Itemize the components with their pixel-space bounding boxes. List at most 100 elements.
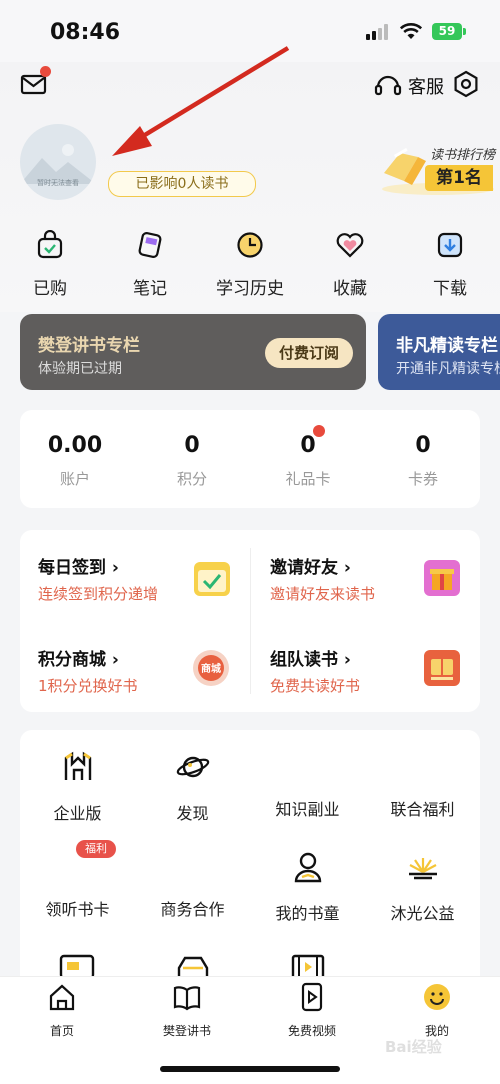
headset-icon[interactable] [373,71,403,99]
note-icon [138,232,162,258]
video-icon [301,982,323,1012]
banner-subtitle: 体验期已过期 [38,361,122,377]
stat-label: 礼品卡 [285,470,331,488]
stat-label: 积分 [176,470,207,488]
mall-icon: 商城 [191,648,231,688]
battery-indicator: 59 [432,23,462,40]
tab-label: 首页 [49,1024,74,1038]
service-knowledge-sideline[interactable]: 知识副业 [250,750,365,820]
quick-action-label: 笔记 [133,279,167,299]
settings-icon[interactable] [452,70,480,98]
watermark: Bai经验 [385,1038,442,1056]
tab-label: 免费视频 [287,1024,336,1038]
stat-coupons[interactable]: 0 卡券 [378,433,468,489]
clock-icon [237,232,263,258]
smiley-icon [424,984,450,1010]
service-label: 沐光公益 [390,904,455,923]
tab-me[interactable]: 我的 [387,982,487,1039]
tab-fandeng-books[interactable]: 樊登讲书 [137,982,237,1039]
service-business-cooperation[interactable]: 商务合作 [135,850,250,920]
heart-icon [336,233,364,258]
service-joint-benefits[interactable]: 联合福利 [365,750,480,820]
stat-account[interactable]: 0.00 账户 [30,433,120,489]
enterprise-icon [64,751,91,780]
avatar-placeholder-text: 暂时无法查看 [37,179,79,187]
quick-action-label: 学习历史 [216,279,284,299]
banner-title: 非凡精读专栏 [396,336,498,356]
quick-action-label: 已购 [33,279,67,299]
task-title: 组队读书 › [270,650,351,670]
tab-label: 樊登讲书 [162,1024,211,1038]
notification-dot [40,66,51,77]
home-indicator [160,1066,340,1072]
tab-free-video[interactable]: 免费视频 [262,982,362,1039]
task-title: 邀请好友 › [270,558,351,578]
notes-button[interactable]: 笔记 [110,230,190,299]
task-subtitle: 1积分兑换好书 [38,677,138,695]
service-label: 知识副业 [275,800,340,819]
business-icon [176,850,210,884]
welfare-badge: 福利 [76,840,116,858]
service-label: 发现 [176,804,209,823]
purchased-button[interactable]: 已购 [10,229,90,299]
banner-subtitle: 开通非凡精读专栏 [396,361,500,377]
service-label: 商务合作 [160,900,225,919]
download-icon [437,232,463,258]
quick-action-label: 下载 [433,279,467,299]
influence-badge[interactable]: 已影响0人读书 [108,171,256,197]
service-discover[interactable]: 发现 [135,750,250,824]
service-enterprise[interactable]: 企业版 [20,750,135,824]
service-label: 领听书卡 [45,900,110,919]
home-icon [49,984,75,1011]
stat-points[interactable]: 0 积分 [147,433,237,489]
service-label: 联合福利 [390,800,455,819]
task-subtitle: 邀请好友来读书 [270,585,376,603]
stat-value: 0 [415,433,431,458]
book-icon [173,986,201,1011]
tab-home[interactable]: 首页 [12,982,112,1039]
cellular-signal-icon [366,24,390,40]
notification-dot [313,425,325,437]
stat-label: 账户 [59,470,90,488]
divider [250,548,251,694]
service-label: 我的书童 [275,904,340,923]
film-icon [291,954,325,978]
subscribe-button[interactable]: 付费订阅 [265,338,353,368]
task-subtitle: 连续签到积分递增 [38,585,159,603]
wifi-icon [399,23,423,39]
battery-tip [463,28,466,35]
planet-icon [176,756,209,778]
mall-icon-text: 商城 [201,664,221,675]
task-subtitle: 免费共读好书 [270,677,361,695]
car-icon [177,956,209,978]
stat-value: 0 [184,433,200,458]
ranking-badge[interactable]: 第1名 [425,165,493,191]
mountain-placeholder-icon [20,144,96,184]
stat-value: 0.00 [47,433,103,458]
card-icon [59,954,95,978]
favorites-button[interactable]: 收藏 [310,230,390,299]
ranking-title: 读书排行榜 [430,148,496,163]
task-title: 积分商城 › [38,650,119,670]
annotation-arrow [112,46,290,156]
stat-label: 卡券 [407,470,438,488]
stat-value: 0 [300,433,316,458]
shopping-bag-icon [37,229,63,259]
service-listen-card[interactable]: 领听书卡 [20,850,135,920]
quick-action-label: 收藏 [333,279,367,299]
calendar-check-icon [194,562,230,596]
book-team-icon [424,650,460,686]
avatar[interactable]: 暂时无法查看 [20,124,96,200]
stat-gift-card[interactable]: 0 礼品卡 [263,433,353,489]
person-book-icon [294,852,321,883]
service-my-book-boy[interactable]: 我的书童 [250,850,365,924]
service-muguang-charity[interactable]: 沐光公益 [365,850,480,924]
task-title: 每日签到 › [38,558,119,578]
history-button[interactable]: 学习历史 [210,230,290,299]
gift-icon [424,560,460,596]
sunrise-icon [408,858,437,880]
customer-service-button[interactable]: 客服 [408,73,444,99]
download-button[interactable]: 下载 [410,230,490,299]
benefits-icon [406,750,440,784]
banner-title: 樊登讲书专栏 [38,336,140,356]
